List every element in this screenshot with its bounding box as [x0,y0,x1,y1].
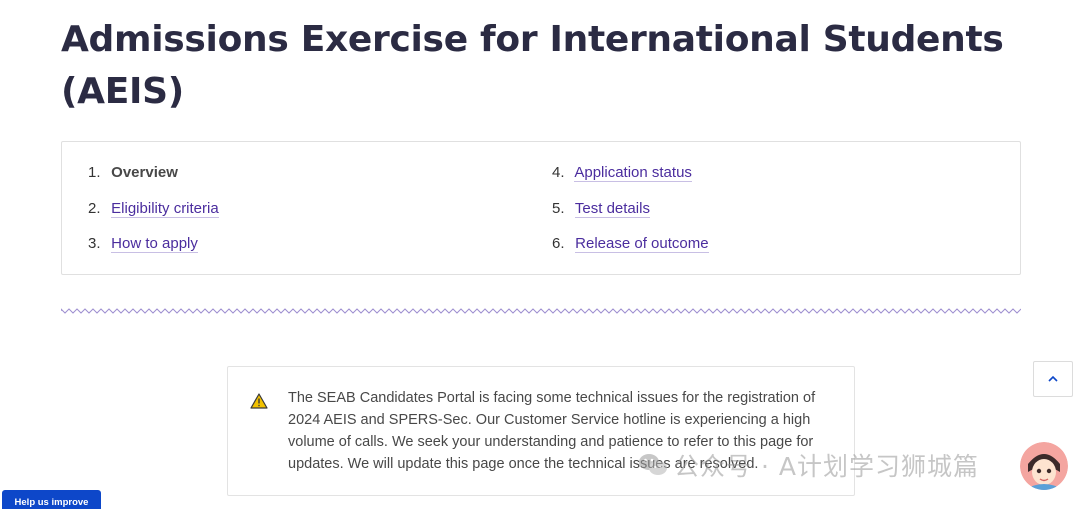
toc-number: 1. [88,164,101,181]
avatar [1020,442,1068,490]
toc-link-release-of-outcome[interactable]: Release of outcome [575,235,709,253]
page-title: Admissions Exercise for International St… [61,19,1004,112]
toc-item-application-status[interactable]: 4. Application status [552,163,692,183]
toc-number: 2. [88,200,101,217]
watermark-text: 公众号 · A计划学习狮城篇 [674,452,979,481]
wechat-watermark: 公众号 · A计划学习狮城篇 [638,445,979,485]
toc-link-eligibility-criteria[interactable]: Eligibility criteria [111,200,219,218]
wavy-divider [61,308,1021,314]
toc-number: 5. [552,200,565,217]
toc-link-application-status[interactable]: Application status [574,164,692,182]
toc-number: 3. [88,235,101,252]
toc-link-how-to-apply[interactable]: How to apply [111,235,198,253]
toc-number: 6. [552,235,565,252]
toc-item-release-of-outcome[interactable]: 6. Release of outcome [552,234,709,254]
toc-item-overview: 1. Overview [88,163,178,183]
toc-item-how-to-apply[interactable]: 3. How to apply [88,234,198,254]
warning-icon [250,393,268,409]
toc-label-overview: Overview [111,164,178,181]
toc-item-eligibility-criteria[interactable]: 2. Eligibility criteria [88,199,219,219]
wechat-icon [639,454,667,475]
table-of-contents: 1. Overview 2. Eligibility criteria 3. H… [61,141,1021,275]
help-us-improve-button[interactable]: Help us improve [2,490,101,509]
toc-link-test-details[interactable]: Test details [574,200,650,218]
toc-number: 4. [552,164,565,181]
back-to-top-button[interactable] [1033,361,1073,397]
chevron-up-icon [1048,375,1058,382]
toc-item-test-details[interactable]: 5. Test details [552,199,650,219]
